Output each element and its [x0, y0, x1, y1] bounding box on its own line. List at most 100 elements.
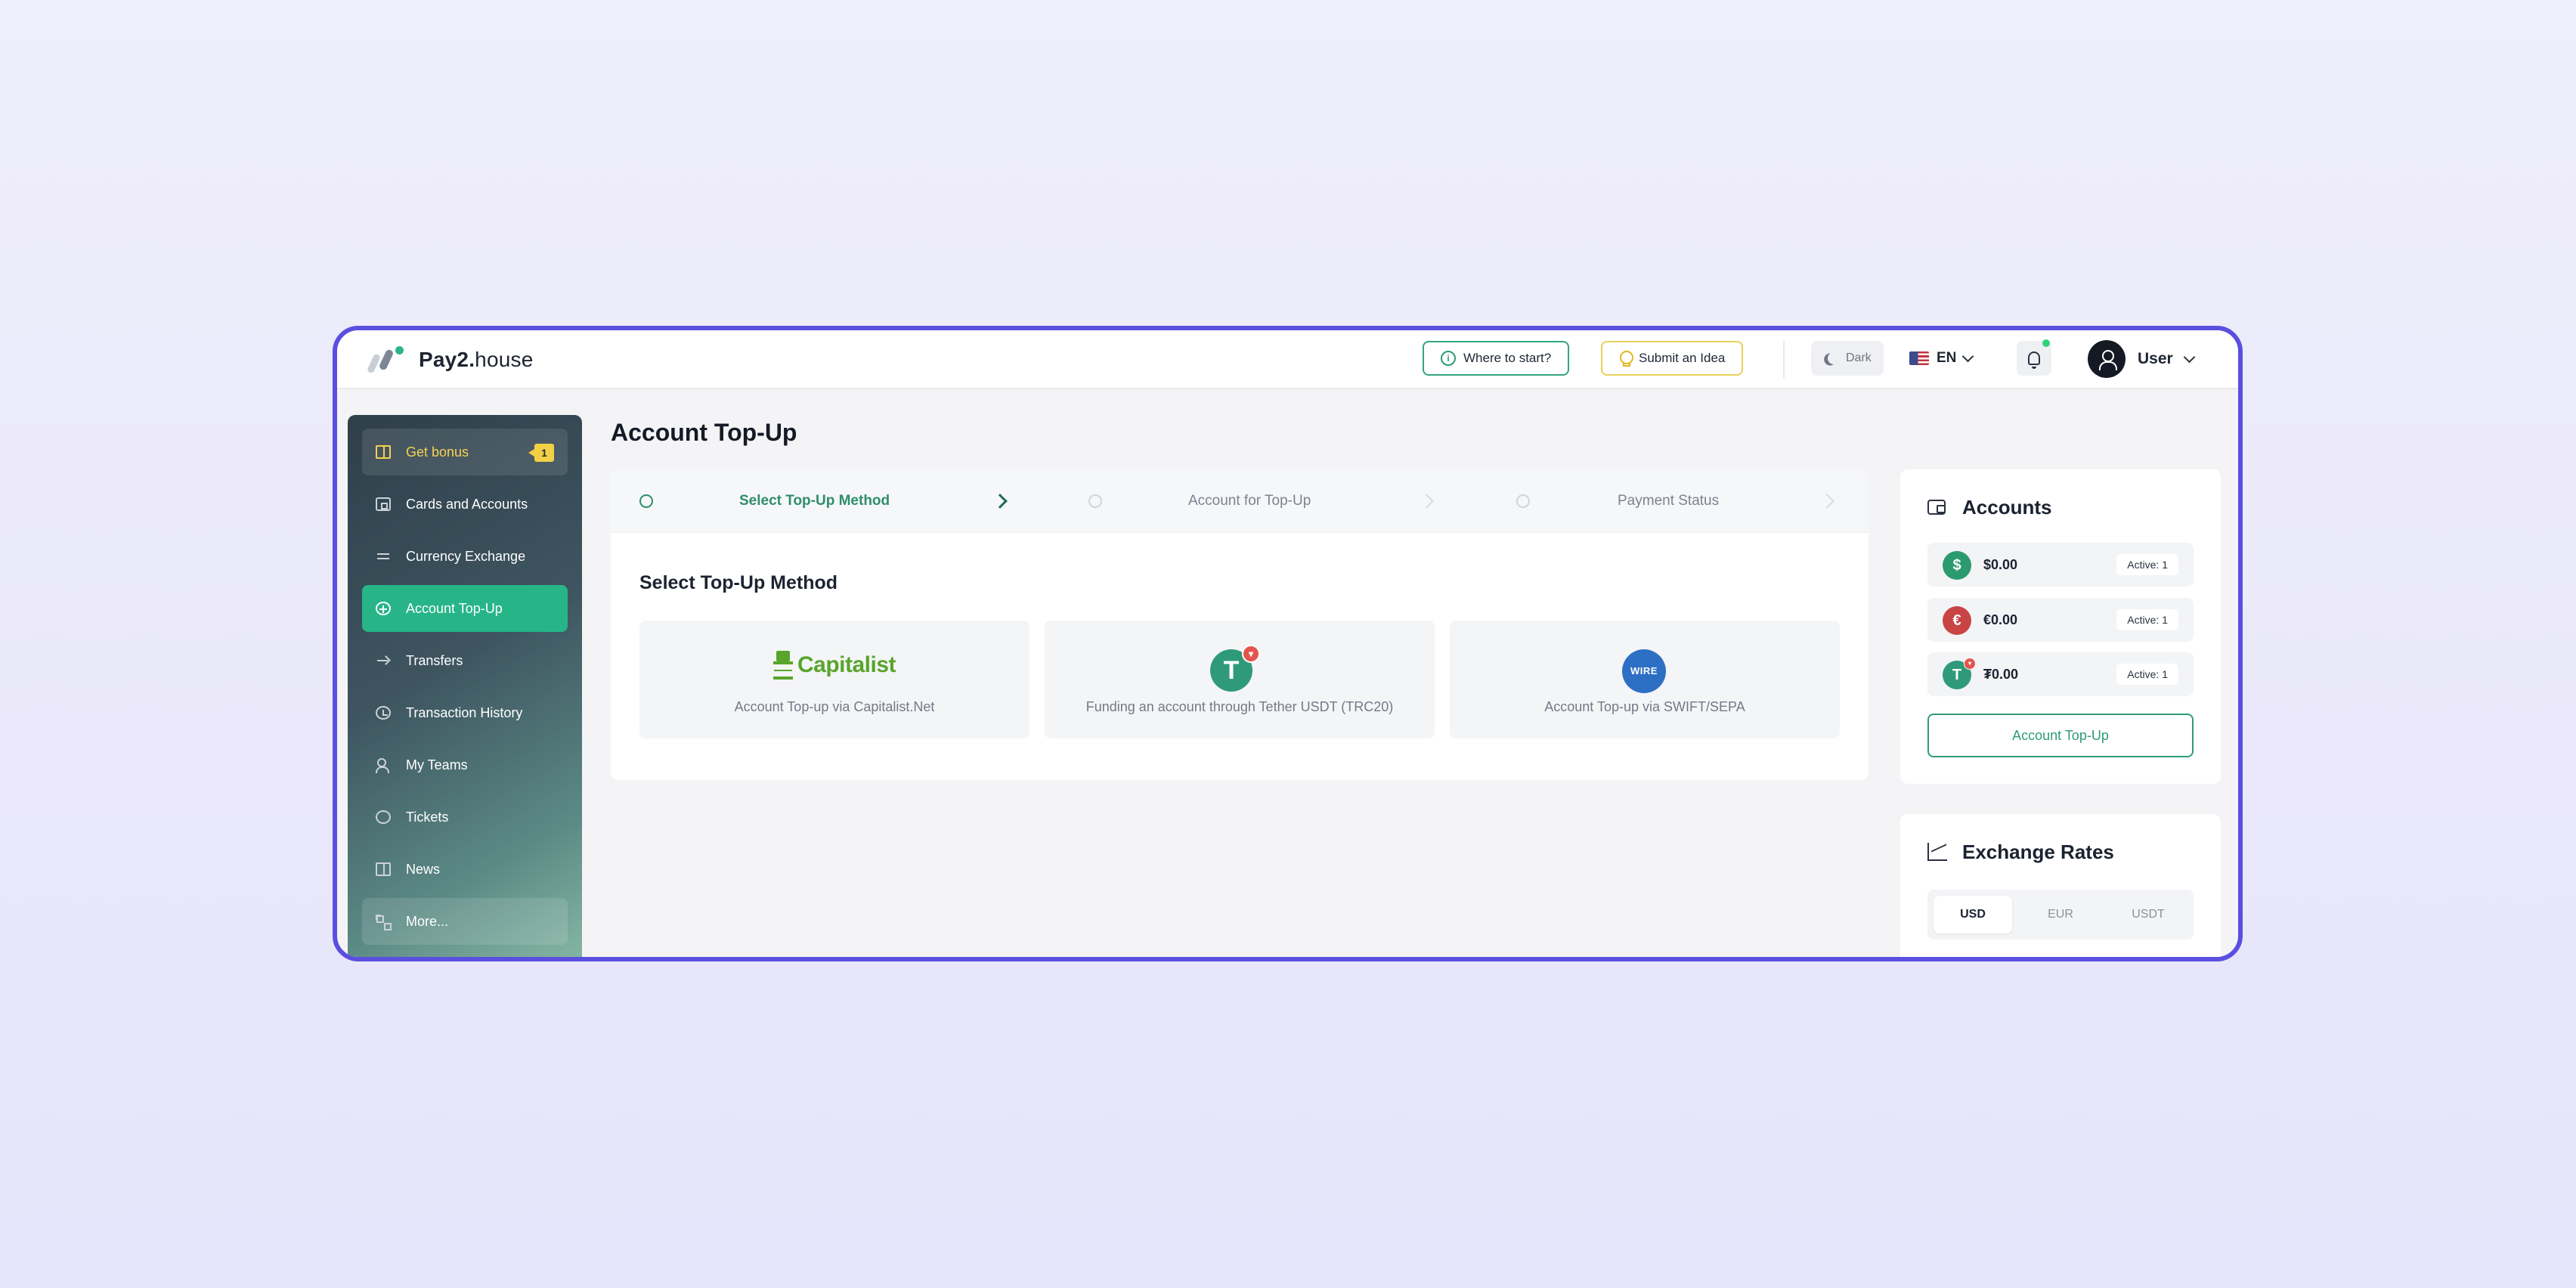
- sidebar-item-news[interactable]: News: [362, 846, 568, 893]
- account-row-usdt[interactable]: T ▾ ₮0.00 Active: 1: [1927, 652, 2194, 696]
- step-2-indicator: [1088, 494, 1102, 508]
- swap-icon: [376, 550, 391, 563]
- tether-symbol: T: [1952, 667, 1962, 683]
- sidebar-item-label: Account Top-Up: [406, 600, 503, 616]
- us-flag-icon: [1909, 351, 1929, 365]
- dollar-icon: $: [1943, 551, 1971, 580]
- language-label: EN: [1937, 350, 1957, 366]
- tab-usd[interactable]: USD: [1934, 896, 2012, 933]
- status-badge: Active: 1: [2116, 609, 2178, 630]
- logo-text: Pay2.house: [419, 348, 534, 371]
- chevron-down-icon: [2183, 351, 2195, 363]
- logo-mark-icon: [366, 346, 407, 374]
- step-account-for-top-up[interactable]: Account for Top-Up: [1188, 469, 1311, 533]
- sidebar-item-my-teams[interactable]: My Teams: [362, 742, 568, 788]
- header-divider: [1783, 341, 1785, 379]
- sidebar-item-cards-and-accounts[interactable]: Cards and Accounts: [362, 481, 568, 528]
- method-swift-sepa[interactable]: WIRE Account Top-up via SWIFT/SEPA: [1450, 621, 1840, 738]
- sidebar-item-more[interactable]: More...: [362, 898, 568, 945]
- section-title: Select Top-Up Method: [639, 572, 838, 593]
- tab-eur[interactable]: EUR: [2021, 896, 2100, 933]
- method-capitalist[interactable]: Capitalist Account Top-up via Capitalist…: [639, 621, 1029, 738]
- lightbulb-icon: [1619, 351, 1633, 367]
- status-badge: Active: 1: [2116, 554, 2178, 575]
- account-top-up-button[interactable]: Account Top-Up: [1927, 714, 2194, 757]
- tether-symbol: T: [1223, 656, 1240, 685]
- logo[interactable]: Pay2.house: [366, 345, 534, 374]
- wallet-icon: [376, 497, 391, 511]
- app-window: Pay2.house i Where to start? Submit an I…: [333, 326, 2243, 961]
- top-up-card: Select Top-Up Method Account for Top-Up …: [611, 469, 1869, 780]
- currency-tabs: USD EUR USDT: [1927, 890, 2194, 940]
- where-to-start-label: Where to start?: [1463, 351, 1552, 365]
- sidebar-item-transfers[interactable]: Transfers: [362, 637, 568, 684]
- plus-circle-icon: [376, 602, 391, 615]
- account-amount: ₮0.00: [1983, 666, 2019, 682]
- where-to-start-button[interactable]: i Where to start?: [1423, 341, 1570, 376]
- sidebar-item-label: Transaction History: [406, 704, 523, 720]
- submit-idea-button[interactable]: Submit an Idea: [1601, 341, 1744, 376]
- dark-mode-label: Dark: [1846, 351, 1872, 364]
- method-label: Account Top-up via Capitalist.Net: [734, 699, 935, 714]
- account-amount: $0.00: [1983, 556, 2018, 572]
- account-row-eur[interactable]: € €0.00 Active: 1: [1927, 598, 2194, 642]
- tether-icon: T ▾: [1943, 658, 1976, 689]
- account-amount: €0.00: [1983, 611, 2018, 627]
- bell-icon: [2028, 351, 2040, 369]
- language-selector[interactable]: EN: [1909, 341, 1974, 376]
- step-1-indicator: [639, 494, 653, 508]
- gift-icon: [376, 445, 391, 459]
- method-tether-usdt[interactable]: T ▾ Funding an account through Tether US…: [1045, 621, 1435, 738]
- step-3-indicator: [1516, 494, 1530, 508]
- info-icon: i: [1441, 351, 1456, 366]
- chevron-right-icon: [1419, 494, 1434, 509]
- moon-icon: [1826, 351, 1842, 367]
- sidebar-item-transaction-history[interactable]: Transaction History: [362, 689, 568, 736]
- sidebar: Get bonus 1 Cards and Accounts Currency …: [348, 415, 582, 957]
- sidebar-item-label: My Teams: [406, 757, 468, 772]
- capitalist-logo: Capitalist: [639, 651, 1029, 680]
- sidebar-item-label: Transfers: [406, 652, 463, 668]
- chevron-down-icon: [1962, 350, 1974, 362]
- exchange-rates-title: Exchange Rates: [1962, 841, 2114, 863]
- sidebar-item-label: Currency Exchange: [406, 548, 526, 564]
- book-icon: [376, 862, 391, 876]
- clock-icon: [376, 706, 391, 720]
- stepper: Select Top-Up Method Account for Top-Up …: [611, 469, 1869, 533]
- sidebar-item-tickets[interactable]: Tickets: [362, 794, 568, 841]
- accounts-title: Accounts: [1962, 496, 2052, 519]
- team-icon: [376, 758, 391, 773]
- dark-mode-toggle[interactable]: Dark: [1811, 341, 1884, 376]
- grid-icon: [376, 915, 392, 930]
- accounts-card: Accounts $ $0.00 Active: 1 € €0.00 Activ…: [1900, 469, 2221, 784]
- tab-usdt[interactable]: USDT: [2109, 896, 2187, 933]
- account-row-usd[interactable]: $ $0.00 Active: 1: [1927, 543, 2194, 587]
- chevron-right-icon: [992, 494, 1008, 509]
- sidebar-item-currency-exchange[interactable]: Currency Exchange: [362, 533, 568, 580]
- wire-icon: WIRE: [1622, 649, 1666, 693]
- arrow-right-icon: [376, 654, 391, 667]
- tron-icon: ▾: [1964, 658, 1976, 670]
- euro-icon: €: [1943, 606, 1971, 635]
- trend-chart-icon: [1927, 843, 1947, 861]
- page-title: Account Top-Up: [611, 419, 797, 446]
- step-payment-status[interactable]: Payment Status: [1618, 469, 1719, 533]
- sidebar-item-label: More...: [406, 913, 449, 929]
- sidebar-item-account-top-up[interactable]: Account Top-Up: [362, 585, 568, 632]
- method-label: Funding an account through Tether USDT (…: [1085, 699, 1394, 714]
- sidebar-item-label: Get bonus: [406, 444, 469, 460]
- chevron-right-icon: [1819, 494, 1834, 509]
- step-select-method[interactable]: Select Top-Up Method: [739, 469, 890, 533]
- sidebar-item-get-bonus[interactable]: Get bonus 1: [362, 429, 568, 475]
- top-header: Pay2.house i Where to start? Submit an I…: [337, 330, 2238, 389]
- method-label: Account Top-up via SWIFT/SEPA: [1544, 699, 1745, 714]
- user-menu[interactable]: User: [2088, 336, 2195, 382]
- user-name: User: [2138, 350, 2173, 367]
- capitalist-hat-icon: [772, 651, 793, 680]
- bonus-badge: 1: [528, 444, 554, 462]
- avatar: [2088, 340, 2126, 378]
- sidebar-item-label: Tickets: [406, 809, 449, 825]
- notification-dot: [2042, 339, 2050, 347]
- sidebar-item-label: News: [406, 861, 441, 877]
- capitalist-logo-text: Capitalist: [797, 652, 896, 677]
